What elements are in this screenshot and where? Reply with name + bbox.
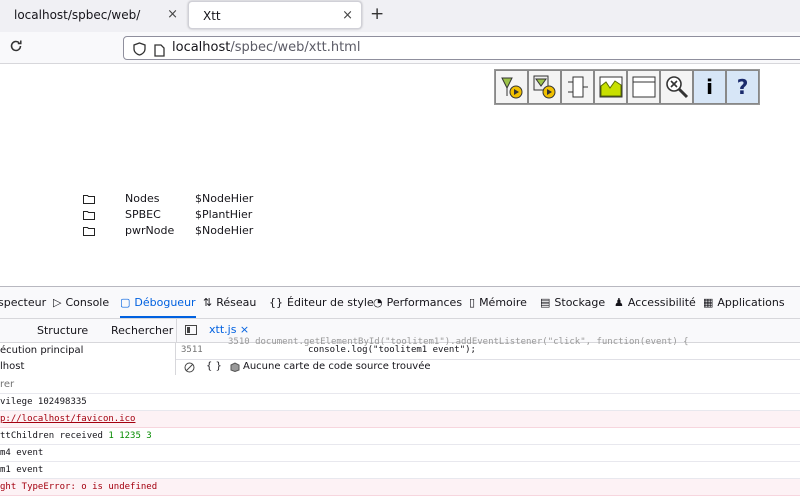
tree-item-name: Nodes [125, 192, 160, 205]
style-editor-icon: {} [269, 296, 283, 309]
shield-icon[interactable] [133, 41, 146, 60]
source-map-status: Aucune carte de code source trouvée [243, 361, 431, 372]
devtools-panel: specteur ▷ Console ▢ Débogueur ⇅ Réseau {} É… [0, 286, 800, 496]
tree-row[interactable]: pwrNode $NodeHier [83, 223, 323, 239]
tree-row[interactable]: Nodes $NodeHier [83, 191, 323, 207]
url-text: localhost/spbec/web/xtt.html [172, 40, 361, 55]
console-output: rer vilege 102498335 p://localhost/favic… [0, 377, 800, 496]
folder-icon [83, 194, 95, 207]
page-content: i ? Nodes $NodeHier SPBEC $PlantHier pwr… [0, 64, 800, 286]
sources-tree-item[interactable]: écution principal [0, 343, 175, 359]
sources-structure-tab[interactable]: Structure [37, 319, 88, 342]
tab-applications[interactable]: ▦ Applications [703, 287, 785, 318]
xtt-toolbar: i ? [494, 69, 760, 105]
code-editor[interactable]: 3510 document.getElementById("toolitem1"… [176, 337, 800, 359]
close-source-tab-icon[interactable]: × [240, 323, 249, 336]
info-icon[interactable]: i [693, 70, 726, 104]
tab-memory[interactable]: ▯ Mémoire [469, 287, 527, 318]
url-bar[interactable]: localhost/spbec/web/xtt.html [123, 36, 800, 60]
console-error: p://localhost/favicon.ico [0, 411, 800, 428]
open-trace-icon[interactable] [528, 70, 561, 104]
console-numbers: 1 1235 3 [108, 431, 152, 441]
applications-icon: ▦ [703, 296, 714, 309]
zoom-reset-icon[interactable] [660, 70, 693, 104]
tab-debugger[interactable]: ▢ Débogueur [120, 287, 196, 318]
browser-tab-xtt[interactable]: Xtt × [188, 1, 362, 29]
new-tab-button[interactable]: + [370, 4, 384, 24]
performance-icon: ◔ [373, 296, 383, 309]
navigation-bar: localhost/spbec/web/xtt.html [0, 32, 800, 64]
tab-title: Xtt [203, 9, 221, 23]
line-number[interactable]: 3511 [181, 345, 203, 355]
open-object-icon[interactable] [495, 70, 528, 104]
accessibility-icon: ♟ [614, 296, 624, 309]
console-message: m4 event [0, 445, 800, 462]
browser-tab-strip: localhost/spbec/web/ × Xtt × + [0, 0, 800, 32]
source-tab-xtt[interactable]: xtt.js × [209, 323, 249, 336]
console-message: ttChildren received 1 1235 3 [0, 428, 800, 445]
devtools-tabs: specteur ▷ Console ▢ Débogueur ⇅ Réseau {} É… [0, 287, 800, 319]
tab-title: localhost/spbec/web/ [14, 8, 141, 22]
tree-item-name: pwrNode [125, 224, 175, 237]
tab-accessibility[interactable]: ♟ Accessibilité [614, 287, 696, 318]
console-error: ght TypeError: o is undefined [0, 479, 800, 496]
console-message: m1 event [0, 462, 800, 479]
tree-item-class: $NodeHier [195, 192, 254, 205]
graph-icon[interactable] [627, 70, 660, 104]
console-message: vilege 102498335 [0, 394, 800, 411]
help-icon[interactable]: ? [726, 70, 759, 104]
tree-row[interactable]: SPBEC $PlantHier [83, 207, 323, 223]
tab-network[interactable]: ⇅ Réseau [203, 287, 256, 318]
close-tab-icon[interactable]: × [342, 2, 353, 30]
browser-tab-spbec[interactable]: localhost/spbec/web/ × [0, 1, 186, 29]
tree-item-class: $NodeHier [195, 224, 254, 237]
trend-icon[interactable] [594, 70, 627, 104]
network-icon: ⇅ [203, 296, 213, 309]
sources-search-tab[interactable]: Rechercher [111, 319, 173, 342]
debugger-icon: ▢ [120, 296, 131, 309]
source-map-icon [230, 362, 240, 375]
blackbox-icon[interactable] [184, 362, 195, 376]
tab-storage[interactable]: ▤ Stockage [540, 287, 605, 318]
close-tab-icon[interactable]: × [167, 1, 178, 29]
tab-inspector[interactable]: specteur [0, 287, 46, 318]
toggle-sidebar-icon[interactable] [185, 324, 197, 339]
console-icon: ▷ [53, 296, 62, 309]
reload-icon[interactable] [9, 38, 23, 57]
sources-tree-item[interactable]: lhost [0, 359, 175, 375]
tab-performance[interactable]: ◔ Performances [373, 287, 462, 318]
object-tree: Nodes $NodeHier SPBEC $PlantHier pwrNode… [83, 191, 323, 239]
console-error-link[interactable]: p://localhost/favicon.ico [0, 414, 135, 424]
sources-tree: écution principal lhost [0, 343, 176, 375]
tab-console[interactable]: ▷ Console [53, 287, 109, 318]
page-icon[interactable] [154, 42, 165, 61]
folder-icon [83, 226, 95, 239]
pretty-print-button[interactable]: { } [206, 361, 222, 372]
source-footer: { } Aucune carte de code source trouvée [176, 359, 800, 375]
console-filter-input[interactable]: rer [0, 377, 800, 394]
open-plc-icon[interactable] [561, 70, 594, 104]
folder-icon [83, 210, 95, 223]
tab-style-editor[interactable]: {} Éditeur de style [269, 287, 374, 318]
code-line: console.log("toolitem1 event"); [308, 345, 476, 355]
tree-item-name: SPBEC [125, 208, 161, 221]
memory-icon: ▯ [469, 296, 476, 309]
storage-icon: ▤ [540, 296, 551, 309]
tree-item-class: $PlantHier [195, 208, 253, 221]
